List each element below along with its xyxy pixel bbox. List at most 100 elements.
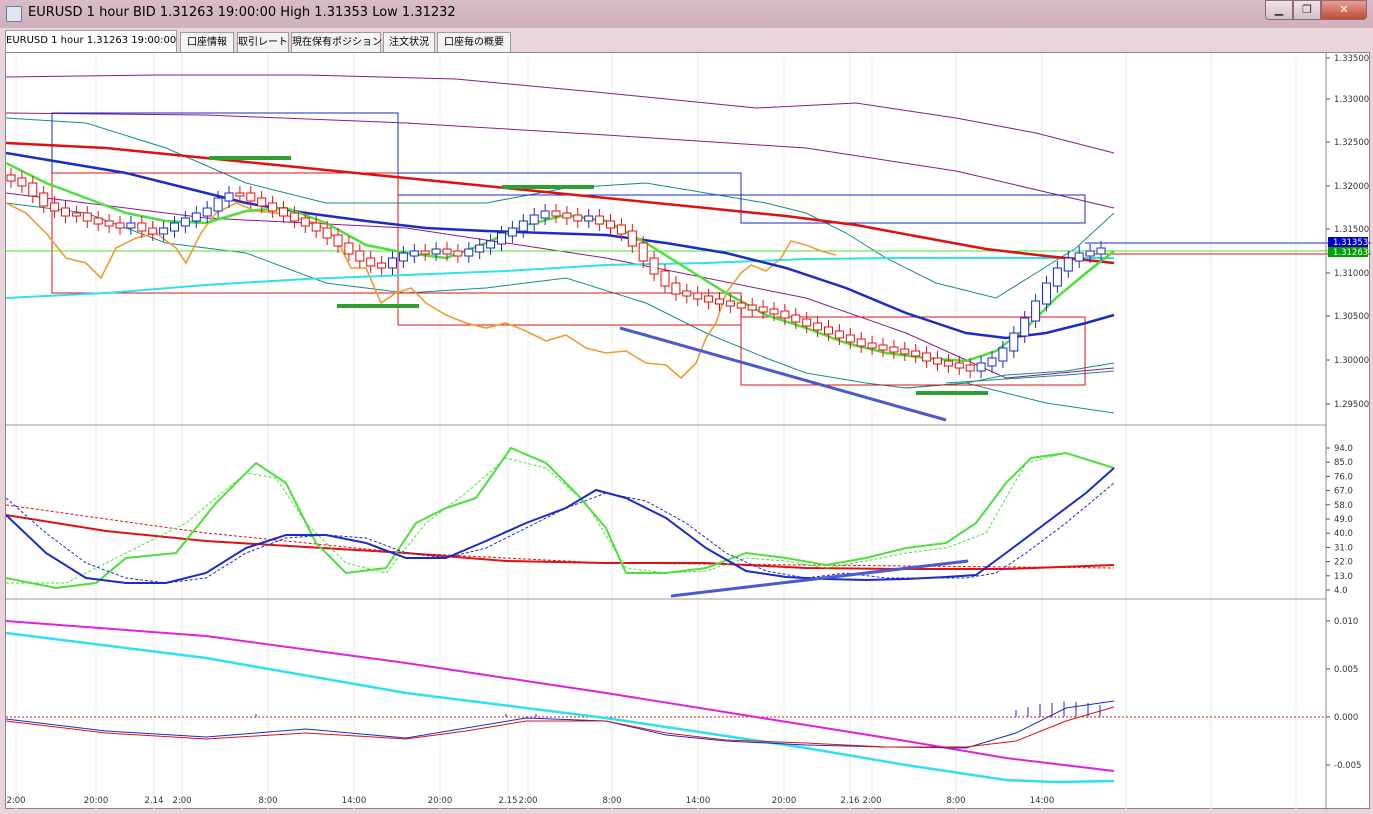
macd-axis: 0.010 0.005 0.000 -0.005	[1326, 617, 1361, 771]
window-title: EURUSD 1 hour BID 1.31263 19:00:00 High …	[28, 5, 456, 20]
candle	[922, 352, 932, 362]
candle	[115, 222, 125, 229]
candle	[595, 215, 605, 225]
candle	[911, 350, 921, 357]
candle	[954, 362, 964, 369]
candle	[769, 308, 779, 315]
candle	[606, 220, 615, 229]
candle	[649, 257, 659, 275]
price-tick-label: 1.30000	[1334, 356, 1369, 366]
candle	[551, 210, 561, 217]
time-axis-label: 2.14	[145, 796, 164, 806]
candle	[289, 212, 299, 222]
tab-trade-rates[interactable]: 取引レート	[237, 32, 289, 53]
price-tick-label: 1.30500	[1334, 312, 1369, 322]
trendline-blue	[619, 326, 947, 422]
candle	[856, 338, 866, 347]
price-tick-label: 1.33500	[1334, 54, 1369, 64]
band-teal-upper	[5, 117, 1115, 299]
candle	[671, 282, 681, 295]
time-axis-label: 8:00	[258, 796, 277, 806]
oscillator-tick-label: 22.0	[1334, 558, 1353, 568]
candle	[976, 362, 986, 372]
range-box-red-2	[397, 292, 742, 326]
candle	[573, 214, 583, 222]
tab-chart[interactable]: EURUSD 1 hour 1.31263 19:00:00	[5, 30, 177, 53]
candle	[453, 250, 463, 257]
candle	[1031, 300, 1041, 322]
time-axis-label: 8:00	[946, 796, 965, 806]
candle	[300, 217, 310, 227]
price-tick-label: 1.29500	[1334, 400, 1369, 410]
oscillator-tick-label: 40.0	[1334, 529, 1353, 539]
candle	[235, 192, 245, 197]
candle	[965, 364, 975, 372]
oscillator-tick-label: 49.0	[1334, 515, 1353, 525]
chart-area[interactable]: 1.33500 1.33000 1.32500 1.32000 1.31500 1.310…	[5, 52, 1371, 810]
candle	[889, 346, 899, 353]
macd-cyan-line	[5, 631, 1115, 784]
candle	[93, 217, 103, 225]
chart-canvas[interactable]: 1.33500 1.33000 1.32500 1.32000 1.31500 1.310…	[5, 53, 1371, 810]
candle	[213, 197, 223, 212]
candle	[933, 357, 942, 365]
candle	[279, 207, 288, 217]
candle	[497, 232, 506, 245]
candle	[50, 202, 60, 212]
candles	[6, 168, 1106, 378]
candle	[333, 234, 343, 247]
candle	[824, 326, 833, 335]
macd-tick-label: 0.000	[1334, 713, 1358, 723]
candle	[1052, 267, 1062, 287]
time-axis-label: 2.15	[499, 796, 518, 806]
candle	[180, 217, 190, 227]
time-axis-label: 14:00	[686, 796, 711, 806]
candle	[660, 270, 670, 287]
price-tick-label: 1.32000	[1334, 182, 1369, 192]
macd-histogram	[255, 701, 1101, 717]
candle	[1009, 332, 1019, 352]
candle	[704, 295, 714, 303]
candle	[377, 262, 387, 269]
band-teal-low3	[945, 370, 1115, 384]
tab-open-positions[interactable]: 現在保有ポジション	[291, 32, 382, 53]
candle	[268, 202, 278, 212]
candle	[355, 250, 365, 262]
time-axis-label: 8:00	[602, 796, 621, 806]
osc-red-dashed	[5, 504, 1115, 569]
candle	[464, 248, 474, 257]
x-axis: 2:00 20:00 2.14 2:00 8:00 14:00 20:00 2.15 2:00 8…	[6, 796, 1054, 806]
tab-account-info[interactable]: 口座情報	[180, 32, 234, 53]
candle	[791, 314, 801, 323]
candle	[845, 334, 855, 343]
macd-tick-label: 0.010	[1334, 617, 1358, 627]
candle	[518, 220, 528, 232]
price-axis: 1.33500 1.33000 1.32500 1.32000 1.31500 1.310…	[1326, 54, 1369, 410]
candle	[747, 304, 757, 311]
candle	[900, 348, 910, 355]
candle	[398, 252, 408, 262]
candle	[943, 360, 953, 367]
range-box-blue-3	[740, 194, 1086, 224]
candle	[137, 222, 147, 232]
close-button[interactable]: ✕	[1321, 0, 1367, 20]
candle	[1074, 252, 1084, 262]
time-axis-label: 14:00	[1030, 796, 1055, 806]
ma-cyan-line	[5, 257, 1114, 299]
candle	[715, 298, 724, 305]
tab-order-status[interactable]: 注文状況	[383, 32, 435, 53]
candle	[431, 248, 441, 255]
tab-account-summary[interactable]: 口座毎の概要	[437, 32, 511, 53]
time-axis-label: 2:00	[862, 796, 881, 806]
candle	[409, 250, 419, 257]
restore-button[interactable]: ❐	[1293, 0, 1321, 20]
oscillator-axis: 94.0 85.0 76.0 67.0 58.0 49.0 40.0 31.0 22.0 13.0…	[1326, 444, 1353, 596]
upper-band-outer	[5, 74, 1115, 154]
candle	[507, 227, 517, 237]
oscillator-tick-label: 94.0	[1334, 444, 1353, 454]
candle	[998, 347, 1008, 362]
minimize-button[interactable]: ▁	[1265, 0, 1293, 20]
candle	[344, 242, 354, 255]
macd-tick-label: 0.005	[1334, 665, 1358, 675]
candle	[1063, 257, 1073, 272]
